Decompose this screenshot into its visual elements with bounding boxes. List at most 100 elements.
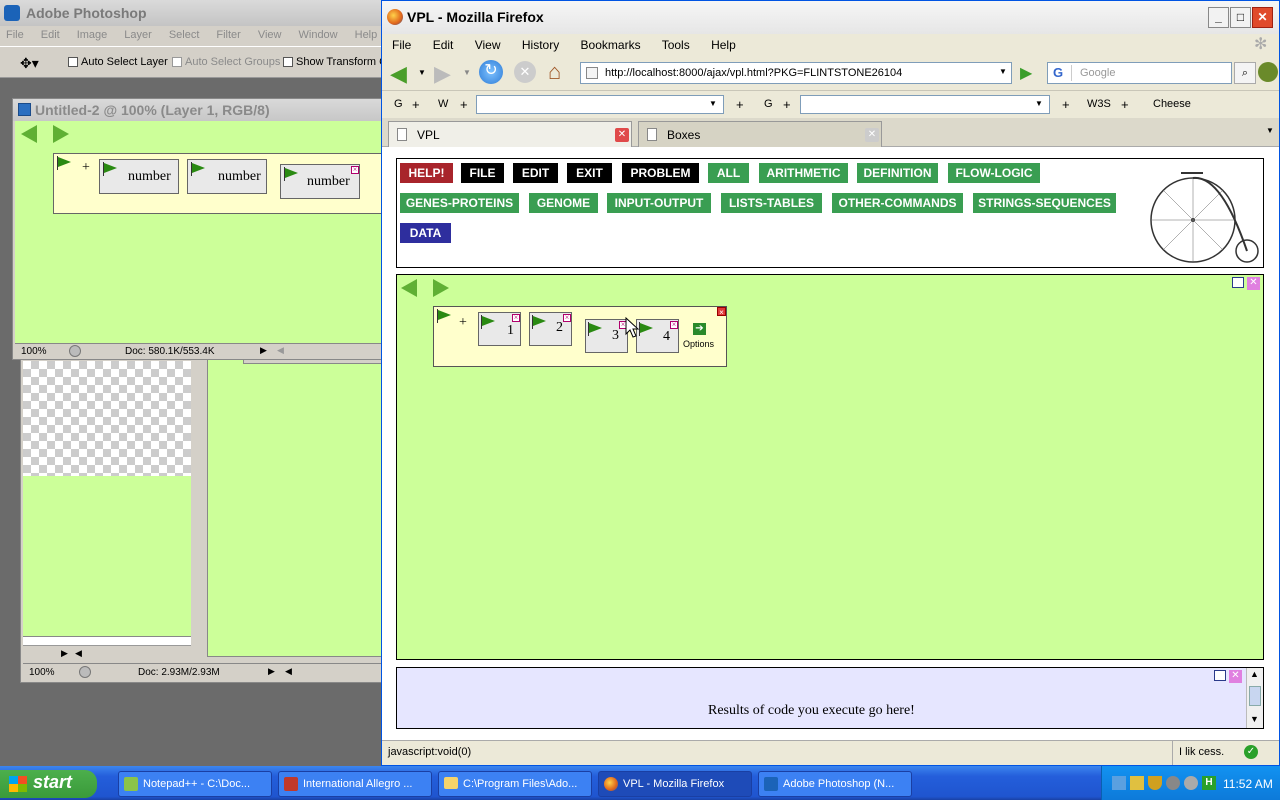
task-allegro[interactable]: International Allegro ... xyxy=(278,771,432,797)
clock[interactable]: 11:52 AM xyxy=(1223,777,1273,791)
forward-arrow-icon[interactable] xyxy=(433,279,449,297)
auto-select-layer-checkbox[interactable] xyxy=(68,57,78,68)
file-button[interactable]: FILE xyxy=(461,163,504,183)
vpl-arg-box-3[interactable]: × 3 xyxy=(585,319,628,353)
close-icon[interactable]: × xyxy=(351,166,359,174)
ps-menu-select[interactable]: Select xyxy=(169,29,200,46)
forward-history-dropdown-icon[interactable]: ▼ xyxy=(463,68,471,77)
url-dropdown-icon[interactable]: ▼ xyxy=(999,67,1007,76)
ps-menu-help[interactable]: Help xyxy=(355,29,378,46)
help-button[interactable]: HELP! xyxy=(400,163,453,183)
exit-button[interactable]: EXIT xyxy=(567,163,612,183)
auto-select-layer-option[interactable]: Auto Select Layer xyxy=(68,56,168,68)
google-engine-icon[interactable]: G xyxy=(1050,65,1072,81)
close-panel-icon[interactable]: ✕ xyxy=(1247,277,1260,290)
close-icon[interactable]: × xyxy=(670,321,678,329)
vpl-arg-box-4[interactable]: × 4 xyxy=(636,319,679,353)
tab-close-icon[interactable]: ✕ xyxy=(615,128,629,142)
arithmetic-button[interactable]: ARITHMETIC xyxy=(759,163,848,183)
definition-button[interactable]: DEFINITION xyxy=(857,163,938,183)
ps-menu-file[interactable]: File xyxy=(6,29,24,46)
lists-tables-button[interactable]: LISTS-TABLES xyxy=(721,193,822,213)
ps-number-box-2[interactable]: number xyxy=(187,159,267,194)
flow-logic-button[interactable]: FLOW-LOGIC xyxy=(948,163,1040,183)
search-icon[interactable]: ⌕ xyxy=(1234,62,1256,84)
bookmark-add-2[interactable]: + xyxy=(460,97,468,112)
speaker-icon[interactable] xyxy=(1166,776,1180,790)
close-window-icon[interactable]: ✕ xyxy=(1252,7,1273,28)
ps-number-box-3[interactable]: × number xyxy=(280,164,360,199)
bookmark-add-6[interactable]: + xyxy=(1121,97,1129,112)
move-tool-icon[interactable]: ✥▾ xyxy=(20,55,39,72)
ps-doc1-zoom[interactable]: 100% xyxy=(21,346,47,357)
forward-button-icon[interactable]: ▶ xyxy=(434,61,451,87)
all-button[interactable]: ALL xyxy=(708,163,749,183)
ff-menu-history[interactable]: History xyxy=(522,38,559,52)
bookmark-add-1[interactable]: + xyxy=(412,97,420,112)
input-output-button[interactable]: INPUT-OUTPUT xyxy=(607,193,711,213)
status-menu-arrow-icon[interactable]: ▶ xyxy=(260,345,267,356)
close-icon[interactable]: × xyxy=(563,314,571,322)
maximize-panel-icon[interactable] xyxy=(1232,277,1244,288)
bookmark-add-3[interactable]: + xyxy=(736,97,744,112)
options-label[interactable]: Options xyxy=(683,339,714,349)
maximize-panel-icon[interactable] xyxy=(1214,670,1226,681)
ps-menu-window[interactable]: Window xyxy=(299,29,338,46)
url-bar[interactable]: http://localhost:8000/ajax/vpl.html?PKG=… xyxy=(580,62,1012,84)
close-panel-icon[interactable]: ✕ xyxy=(1229,670,1242,683)
minimize-icon[interactable]: _ xyxy=(1208,7,1229,28)
close-icon[interactable]: × xyxy=(512,314,520,322)
check-status-icon[interactable]: ✓ xyxy=(1244,745,1258,759)
reload-icon[interactable]: ↻ xyxy=(479,60,503,84)
h-tray-icon[interactable]: H xyxy=(1202,776,1216,790)
scroll-up-icon[interactable]: ▲ xyxy=(1250,669,1259,679)
edit-button[interactable]: EDIT xyxy=(513,163,558,183)
clock-tray-icon[interactable] xyxy=(1184,776,1198,790)
block-close-icon[interactable]: × xyxy=(717,307,726,317)
scroll-down-icon[interactable]: ▼ xyxy=(1250,714,1259,724)
bookmark-w[interactable]: W xyxy=(438,98,448,110)
bookmark-add-5[interactable]: + xyxy=(1062,97,1070,112)
ff-menu-bookmarks[interactable]: Bookmarks xyxy=(581,38,641,52)
show-transform-option[interactable]: Show Transform C xyxy=(283,56,387,68)
auto-select-groups-option[interactable]: Auto Select Groups xyxy=(172,56,280,68)
ps-menu-filter[interactable]: Filter xyxy=(216,29,240,46)
back-arrow-icon[interactable] xyxy=(21,125,37,143)
bookmark-select-2[interactable]: ▼ xyxy=(800,95,1050,114)
genome-button[interactable]: GENOME xyxy=(529,193,598,213)
options-arrow-icon[interactable]: ➔ xyxy=(693,323,706,335)
tray-app-icon[interactable] xyxy=(1130,776,1144,790)
ff-menu-edit[interactable]: Edit xyxy=(433,38,454,52)
dropdown-icon[interactable]: ▼ xyxy=(709,99,717,108)
bookmark-g1[interactable]: G xyxy=(394,98,403,110)
auto-select-groups-checkbox[interactable] xyxy=(172,57,182,68)
status-scroll-left-icon[interactable]: ◀ xyxy=(277,345,284,356)
task-notepadpp[interactable]: Notepad++ - C:\Doc... xyxy=(118,771,272,797)
scroll-right-arrow-icon[interactable]: ▶ xyxy=(61,648,68,659)
back-history-dropdown-icon[interactable]: ▼ xyxy=(418,68,426,77)
ps-doc2-zoom[interactable]: 100% xyxy=(29,667,55,678)
show-transform-checkbox[interactable] xyxy=(283,57,293,68)
bookmark-cheese[interactable]: Cheese xyxy=(1153,98,1191,110)
tab-vpl[interactable]: VPL ✕ xyxy=(388,121,632,147)
ff-menu-file[interactable]: File xyxy=(392,38,411,52)
network-icon[interactable] xyxy=(1112,776,1126,790)
tab-list-icon[interactable]: ▼ xyxy=(1266,126,1274,135)
vpl-plus-function-block[interactable]: × + × 1 × 2 × 3 × 4 ➔ Options xyxy=(433,306,727,367)
ps-menu-layer[interactable]: Layer xyxy=(124,29,152,46)
tab-close-icon[interactable]: ✕ xyxy=(865,128,879,142)
bookmark-w3s[interactable]: W3S xyxy=(1087,98,1111,110)
shield-icon[interactable] xyxy=(1148,776,1162,790)
scroll-thumb[interactable] xyxy=(1249,686,1261,706)
ps-menu-view[interactable]: View xyxy=(258,29,282,46)
greasemonkey-icon[interactable] xyxy=(1258,62,1278,82)
dropdown-icon[interactable]: ▼ xyxy=(1035,99,1043,108)
vpl-arg-box-2[interactable]: × 2 xyxy=(529,312,572,346)
strings-sequences-button[interactable]: STRINGS-SEQUENCES xyxy=(973,193,1116,213)
ps-hscroll-left[interactable]: ▶ ◀ xyxy=(23,645,191,661)
ff-menu-help[interactable]: Help xyxy=(711,38,736,52)
go-icon[interactable]: ▶ xyxy=(1020,63,1032,83)
tab-boxes[interactable]: Boxes ✕ xyxy=(638,121,882,147)
start-button[interactable]: start xyxy=(0,770,97,798)
other-commands-button[interactable]: OTHER-COMMANDS xyxy=(832,193,963,213)
